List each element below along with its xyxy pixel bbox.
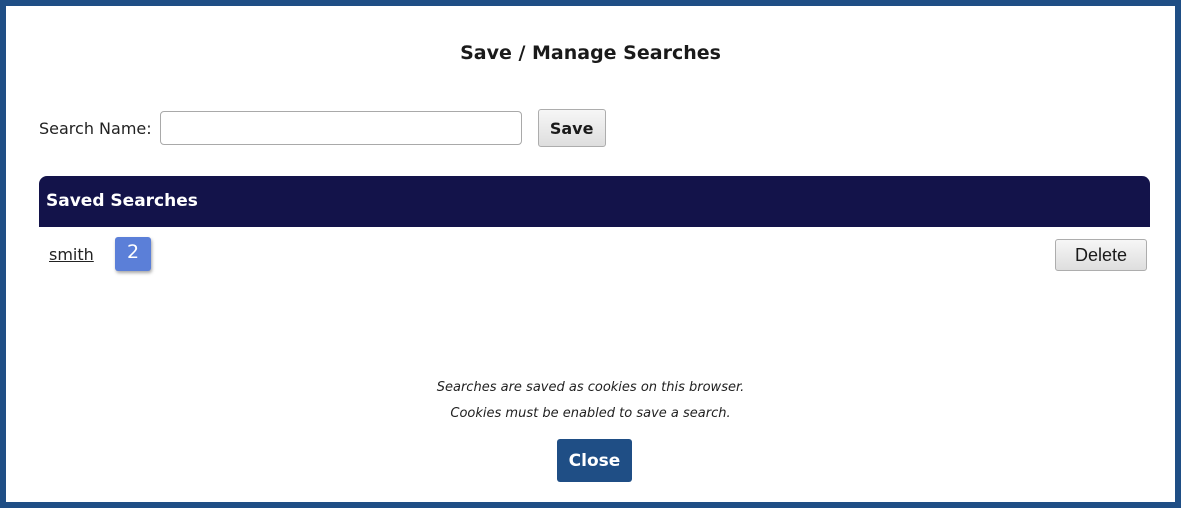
cookie-note-line1: Searches are saved as cookies on this br… <box>436 380 745 395</box>
dialog-title: Save / Manage Searches <box>460 42 721 64</box>
search-name-input[interactable] <box>159 111 522 145</box>
save-button[interactable]: Save <box>537 109 606 147</box>
count-badge: 2 <box>115 237 151 271</box>
delete-button[interactable]: Delete <box>1055 239 1147 271</box>
saved-search-link[interactable]: smith <box>49 245 94 264</box>
cookie-note-line2: Cookies must be enabled to save a search… <box>450 406 731 421</box>
search-name-row: Search Name: Save <box>39 108 606 148</box>
search-name-label: Search Name: <box>39 118 152 138</box>
close-button[interactable]: Close <box>557 439 632 482</box>
list-item: smith 2 Delete <box>39 236 1150 274</box>
saved-searches-header: Saved Searches <box>39 176 1150 227</box>
save-manage-searches-dialog: Save / Manage Searches Search Name: Save… <box>0 0 1181 508</box>
